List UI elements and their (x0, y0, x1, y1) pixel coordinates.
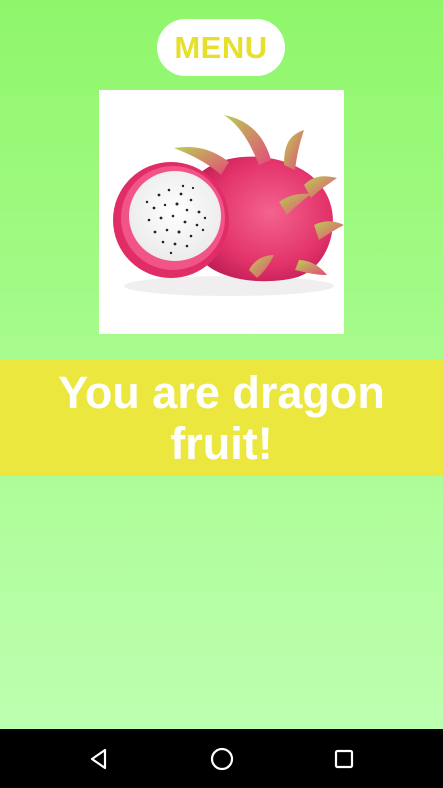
home-circle-icon (210, 747, 234, 770)
app-screen: MENU You are dragon fruit! (0, 0, 443, 729)
back-button[interactable] (69, 729, 129, 788)
result-banner: You are dragon fruit! (0, 359, 443, 476)
back-triangle-icon (90, 748, 107, 769)
recents-button[interactable] (314, 729, 374, 788)
dragon-fruit-illustration (113, 115, 344, 296)
menu-button-label: MENU (174, 29, 268, 65)
menu-button[interactable]: MENU (157, 19, 285, 76)
result-text: You are dragon fruit! (58, 366, 385, 469)
home-button[interactable] (192, 729, 252, 788)
system-navigation-bar (0, 729, 443, 788)
recents-square-icon (334, 749, 354, 768)
dragon-fruit-image (99, 90, 344, 334)
